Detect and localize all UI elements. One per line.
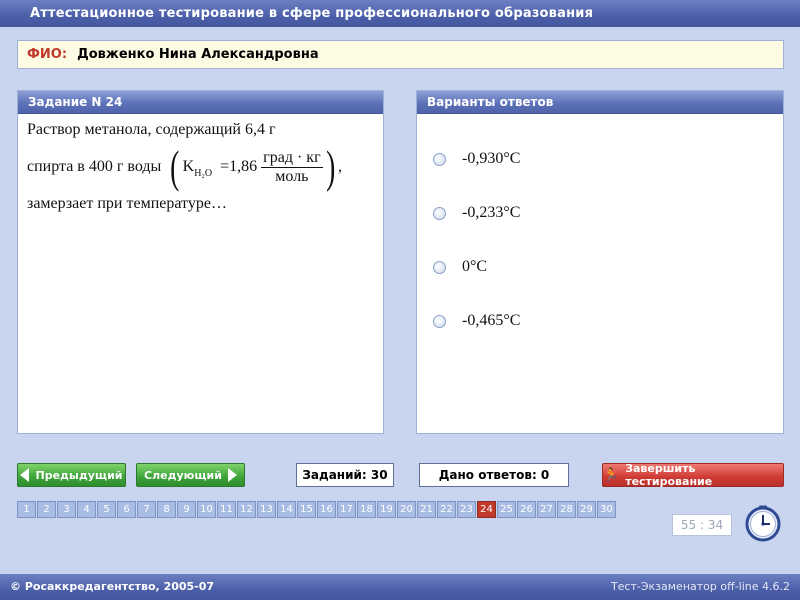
cryoscopic-constant-formula: ( K H₂O =1,86 град · кг моль ) ,: [167, 144, 342, 190]
k-symbol: K: [182, 158, 195, 175]
copyright: © Росаккредагентство, 2005-07: [10, 580, 215, 593]
page-button-13[interactable]: 13: [257, 501, 276, 518]
footer: © Росаккредагентство, 2005-07 Тест-Экзам…: [0, 574, 800, 600]
unit-numerator: град · кг: [261, 148, 323, 168]
answers-given-counter: Дано ответов: 0: [419, 463, 569, 487]
page-button-2[interactable]: 2: [37, 501, 56, 518]
k-equals: =1,86: [220, 158, 258, 175]
page-button-29[interactable]: 29: [577, 501, 596, 518]
answer-label: 0°C: [462, 258, 488, 275]
next-button[interactable]: Следующий: [136, 463, 245, 487]
page-button-5[interactable]: 5: [97, 501, 116, 518]
task-header: Задание N 24: [18, 91, 383, 114]
answer-label: -0,233°C: [462, 204, 521, 221]
window-title: Аттестационное тестирование в сфере проф…: [0, 0, 800, 27]
countdown-timer: 55 : 34: [672, 514, 732, 536]
page-button-19[interactable]: 19: [377, 501, 396, 518]
answers-panel: Варианты ответов -0,930°C -0,233°C 0°C -…: [416, 90, 784, 434]
next-button-label: Следующий: [144, 468, 222, 482]
page-button-16[interactable]: 16: [317, 501, 336, 518]
page-button-20[interactable]: 20: [397, 501, 416, 518]
page-button-10[interactable]: 10: [197, 501, 216, 518]
clock-icon: [745, 505, 781, 542]
page-button-6[interactable]: 6: [117, 501, 136, 518]
paren-left: (: [170, 141, 180, 192]
page-button-12[interactable]: 12: [237, 501, 256, 518]
page-button-3[interactable]: 3: [57, 501, 76, 518]
previous-button-label: Предыдущий: [35, 468, 123, 482]
answer-label: -0,465°C: [462, 312, 521, 329]
page-button-4[interactable]: 4: [77, 501, 96, 518]
task-panel: Задание N 24 Раствор метанола, содержащи…: [17, 90, 384, 434]
app-version: Тест-Экзаменатор off-line 4.6.2: [610, 580, 790, 593]
unit-fraction: град · кг моль: [261, 148, 323, 186]
question-line-2: спирта в 400 г воды ( K H₂O =1,86 град ·…: [27, 144, 383, 190]
radio-button[interactable]: [433, 152, 446, 166]
page-button-25[interactable]: 25: [497, 501, 516, 518]
page-button-8[interactable]: 8: [157, 501, 176, 518]
page-button-30[interactable]: 30: [597, 501, 616, 518]
fio-bar: ФИО: Довженко Нина Александровна: [17, 40, 784, 69]
task-pager: 1 2 3 4 5 6 7 8 9 10 11 12 13 14 15 16 17 18 19 20 21 22 23 24 2…: [17, 501, 617, 518]
question-text: Раствор метанола, содержащий 6,4 г спирт…: [18, 114, 383, 214]
paren-right: ): [325, 141, 335, 192]
arrow-left-icon: [20, 468, 30, 482]
answer-option-4[interactable]: -0,465°C: [433, 294, 783, 348]
finish-test-label: Завершить тестирование: [625, 462, 713, 488]
page-button-21[interactable]: 21: [417, 501, 436, 518]
previous-button[interactable]: Предыдущий: [17, 463, 126, 487]
fio-label: ФИО:: [27, 47, 68, 62]
total-tasks-counter: Заданий: 30: [296, 463, 394, 487]
radio-button[interactable]: [433, 260, 446, 274]
answer-label: -0,930°C: [462, 150, 521, 167]
page-button-14[interactable]: 14: [277, 501, 296, 518]
unit-denominator: моль: [275, 167, 309, 185]
running-man-icon: 🏃: [603, 467, 620, 483]
question-line-2-prefix: спирта в 400 г воды: [27, 158, 162, 175]
page-button-24[interactable]: 24: [477, 501, 496, 518]
page-button-15[interactable]: 15: [297, 501, 316, 518]
page-button-17[interactable]: 17: [337, 501, 356, 518]
answers-header: Варианты ответов: [417, 91, 783, 114]
page-button-18[interactable]: 18: [357, 501, 376, 518]
answer-option-2[interactable]: -0,233°C: [433, 186, 783, 240]
page-button-28[interactable]: 28: [557, 501, 576, 518]
question-line-2-suffix: ,: [337, 158, 342, 175]
page-button-1[interactable]: 1: [17, 501, 36, 518]
fio-value: Довженко Нина Александровна: [77, 47, 319, 62]
answer-list: -0,930°C -0,233°C 0°C -0,465°C: [417, 114, 783, 348]
page-button-7[interactable]: 7: [137, 501, 156, 518]
finish-test-button[interactable]: 🏃 Завершить тестирование: [602, 462, 784, 488]
answer-option-1[interactable]: -0,930°C: [433, 132, 783, 186]
page-button-26[interactable]: 26: [517, 501, 536, 518]
page-button-23[interactable]: 23: [457, 501, 476, 518]
page-button-22[interactable]: 22: [437, 501, 456, 518]
arrow-right-icon: [227, 468, 237, 482]
page-button-9[interactable]: 9: [177, 501, 196, 518]
radio-button[interactable]: [433, 314, 446, 328]
page-button-11[interactable]: 11: [217, 501, 236, 518]
answer-option-3[interactable]: 0°C: [433, 240, 783, 294]
question-line-1: Раствор метанола, содержащий 6,4 г: [27, 121, 276, 138]
radio-button[interactable]: [433, 206, 446, 220]
question-line-3: замерзает при температуре…: [27, 195, 227, 212]
page-button-27[interactable]: 27: [537, 501, 556, 518]
k-subscript: H₂O: [194, 168, 213, 179]
